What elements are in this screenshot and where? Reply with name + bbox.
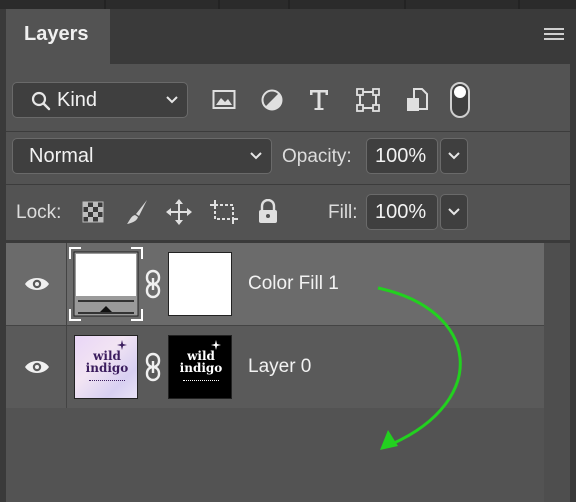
annotation-arrow [377,286,462,450]
